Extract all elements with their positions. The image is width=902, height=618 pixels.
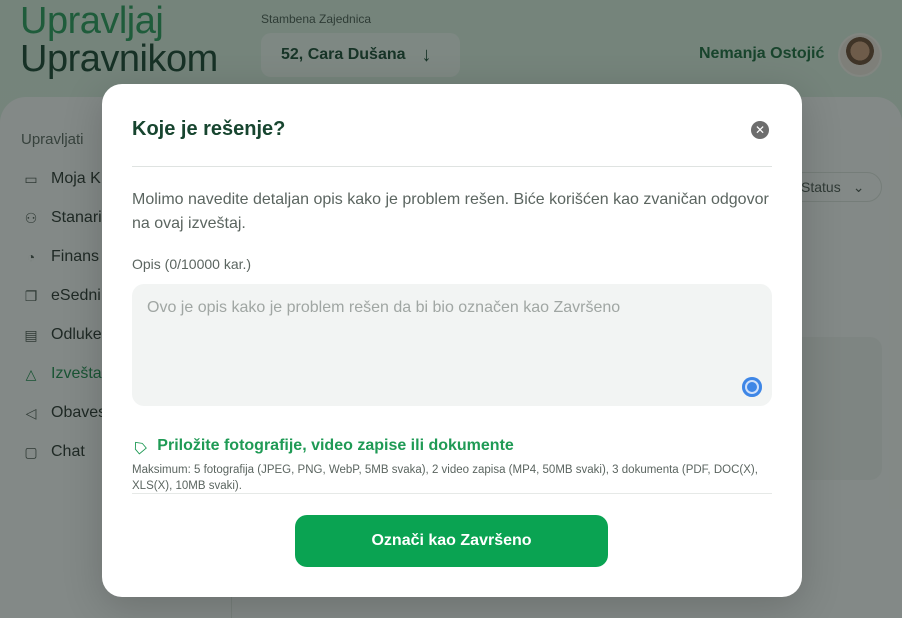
close-icon[interactable]: ✕ <box>751 121 769 139</box>
attach-hint: Maksimum: 5 fotografija (JPEG, PNG, WebP… <box>132 464 758 492</box>
divider <box>132 493 772 494</box>
description-field-label: Opis (0/10000 kar.) <box>132 256 252 272</box>
divider <box>132 166 772 167</box>
modal-description: Molimo navedite detaljan opis kako je pr… <box>132 191 769 232</box>
resolution-modal: Koje je rešenje? ✕ Molimo navedite detal… <box>102 84 802 597</box>
paperclip-icon: ⌂ <box>125 431 152 460</box>
attach-files-link[interactable]: ⌂ Priložite fotografije, video zapise il… <box>125 432 514 460</box>
mark-completed-button[interactable]: Označi kao Završeno <box>295 515 608 567</box>
modal-title: Koje je rešenje? <box>132 118 286 140</box>
assistant-icon[interactable] <box>742 377 762 397</box>
description-textarea[interactable] <box>132 284 772 406</box>
attach-files-label: Priložite fotografije, video zapise ili … <box>157 437 514 454</box>
